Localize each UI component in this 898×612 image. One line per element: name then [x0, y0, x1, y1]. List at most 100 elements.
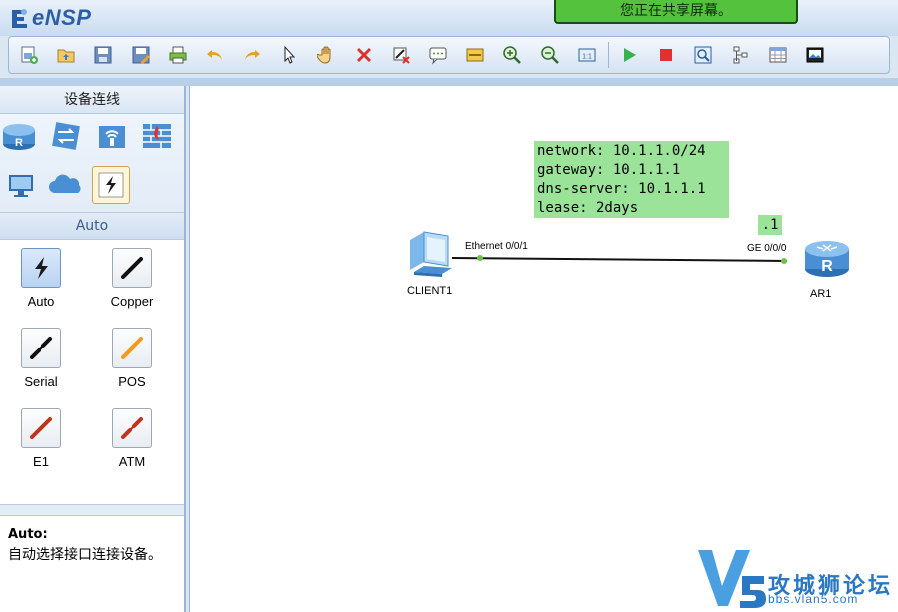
wireless-icon	[99, 126, 125, 148]
svg-text:R: R	[15, 137, 23, 149]
cable-panel-header: Auto	[0, 212, 184, 240]
start-device-button[interactable]	[613, 40, 645, 70]
copper-cable-icon	[121, 257, 143, 279]
zoom-in-button[interactable]	[496, 40, 528, 70]
device-category-grid: R	[0, 114, 184, 212]
svg-text:1:1: 1:1	[582, 54, 592, 61]
cloud-category[interactable]	[46, 166, 84, 204]
cable-list: Auto Copper Serial POS E1 ATM	[0, 240, 184, 504]
pc-icon	[9, 175, 33, 197]
v5-logo-icon	[698, 550, 766, 608]
screenshot-button[interactable]	[799, 40, 831, 70]
connection-category[interactable]	[92, 166, 130, 204]
switch-icon	[52, 122, 80, 150]
router-icon: R	[3, 124, 35, 150]
cable-label: Auto	[27, 294, 55, 309]
capture-button[interactable]	[687, 40, 719, 70]
topology-view-button[interactable]	[725, 40, 757, 70]
cable-pos[interactable]: POS	[87, 328, 177, 389]
firewall-category[interactable]	[138, 117, 176, 155]
delete-button[interactable]	[348, 40, 380, 70]
app-title: eNSP	[32, 5, 92, 30]
panel-header: 设备连线	[0, 86, 184, 114]
save-button[interactable]	[87, 40, 119, 70]
play-icon	[624, 48, 636, 62]
save-as-icon	[132, 46, 150, 64]
cable-e1[interactable]: E1	[0, 408, 86, 469]
cable-label: POS	[118, 374, 146, 389]
router-port-indicator	[781, 258, 787, 264]
open-folder-icon	[57, 49, 75, 63]
description-divider[interactable]	[0, 504, 184, 516]
delete-link-icon	[393, 47, 410, 64]
cable-label: ATM	[118, 454, 146, 469]
firewall-icon	[143, 124, 171, 148]
wireless-category[interactable]	[93, 117, 131, 155]
stop-device-button[interactable]	[650, 40, 682, 70]
stop-icon	[660, 49, 673, 61]
redo-button[interactable]	[236, 40, 268, 70]
capture-icon	[694, 46, 712, 64]
toolbar-divider	[0, 78, 898, 86]
redo-icon	[245, 50, 261, 60]
cable-serial[interactable]: Serial	[0, 328, 86, 389]
fit-view-icon: 1:1	[578, 48, 596, 62]
switch-category[interactable]	[47, 117, 85, 155]
zoom-in-icon	[503, 46, 522, 64]
watermark: 攻城狮论坛 bbs.vlan5.com	[696, 546, 898, 610]
pointer-icon	[284, 45, 296, 64]
dhcp-text-note[interactable]: network: 10.1.1.0/24 gateway: 10.1.1.1 d…	[534, 141, 729, 218]
undo-button[interactable]	[199, 40, 231, 70]
pc-category[interactable]	[2, 166, 40, 204]
cloud-icon	[49, 174, 81, 193]
topology-icon	[733, 46, 748, 64]
open-button[interactable]	[50, 40, 82, 70]
ip-text-note[interactable]: .1	[758, 215, 782, 235]
pan-button[interactable]	[311, 40, 343, 70]
watermark-url: bbs.vlan5.com	[768, 592, 859, 606]
cable-atm[interactable]: ATM	[87, 408, 177, 469]
pos-cable-icon	[121, 337, 143, 359]
title-bar: eNSP 您正在共享屏幕。	[0, 0, 898, 36]
cable-label: Copper	[110, 294, 154, 309]
serial-cable-icon	[30, 337, 52, 359]
comment-icon	[429, 47, 447, 65]
client-pc-icon[interactable]	[404, 230, 460, 282]
router-ar1-icon[interactable]: R	[803, 235, 851, 281]
text-note-button[interactable]	[422, 40, 454, 70]
delete-link-button[interactable]	[385, 40, 417, 70]
router-category[interactable]: R	[0, 117, 38, 155]
atm-cable-icon	[121, 417, 143, 439]
cable-label: E1	[33, 454, 49, 469]
grid-icon	[769, 47, 787, 63]
e1-cable-icon	[30, 417, 52, 439]
main-toolbar: 1:1	[8, 36, 890, 74]
undo-icon	[206, 50, 222, 60]
new-file-icon	[21, 46, 38, 64]
print-icon	[169, 46, 187, 64]
fit-view-button[interactable]: 1:1	[571, 40, 603, 70]
grid-button[interactable]	[762, 40, 794, 70]
svg-text:R: R	[821, 258, 833, 275]
palette-button[interactable]	[459, 40, 491, 70]
toolbar-separator	[608, 42, 609, 68]
cable-copper[interactable]: Copper	[87, 248, 177, 309]
save-icon	[94, 46, 112, 64]
new-topology-button[interactable]	[13, 40, 45, 70]
cable-auto[interactable]: Auto	[0, 248, 86, 309]
zoom-out-button[interactable]	[534, 40, 566, 70]
device-panel: 设备连线 R Auto Auto Copper Serial POS E1 AT…	[0, 86, 186, 612]
save-as-button[interactable]	[125, 40, 157, 70]
description-title: Auto:	[8, 527, 48, 542]
client-port-indicator	[477, 255, 483, 261]
screenshot-icon	[806, 47, 824, 63]
client-port-label: Ethernet 0/0/1	[465, 241, 528, 252]
select-button[interactable]	[273, 40, 305, 70]
router-port-label: GE 0/0/0	[747, 243, 787, 254]
topology-canvas[interactable]: network: 10.1.1.0/24 gateway: 10.1.1.1 d…	[189, 86, 898, 612]
print-button[interactable]	[162, 40, 194, 70]
ethernet-link[interactable]	[451, 257, 788, 262]
delete-x-icon	[356, 47, 371, 63]
screen-share-banner[interactable]: 您正在共享屏幕。	[554, 0, 798, 24]
description-text: 自动选择接口连接设备。	[8, 547, 162, 563]
